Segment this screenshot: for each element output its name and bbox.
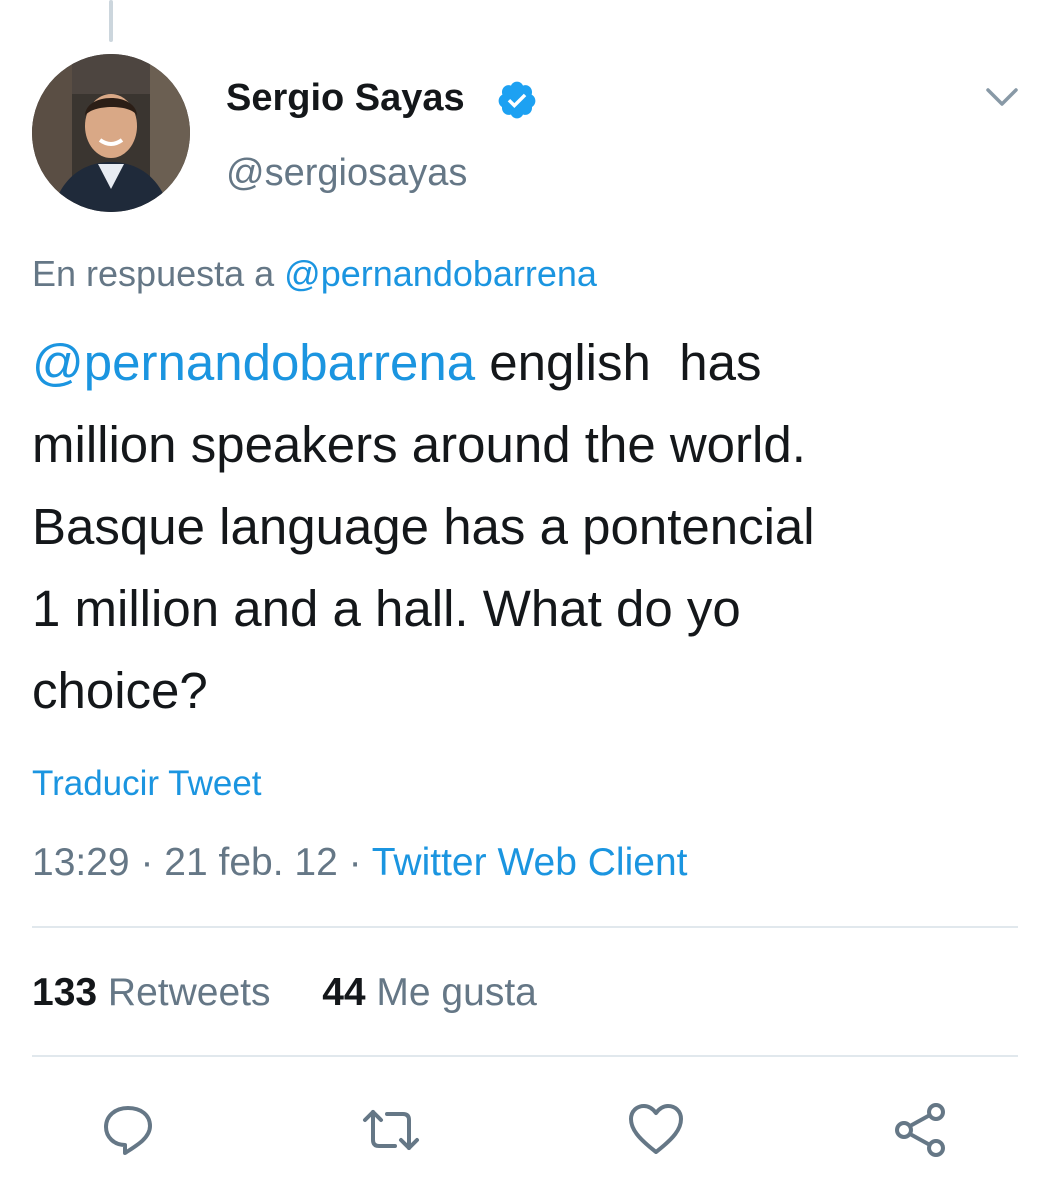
- reply-to-link[interactable]: @pernandobarrena: [284, 253, 597, 294]
- tweet-text: @pernandobarrena english has million spe…: [32, 322, 1032, 732]
- retweets-count: 133: [32, 971, 98, 1014]
- meta-separator: ·: [140, 841, 154, 884]
- tweet-metadata: 13:29 · 21 feb. 12 · Twitter Web Client: [32, 840, 687, 886]
- heart-icon[interactable]: [626, 1100, 686, 1160]
- chevron-down-icon[interactable]: [982, 82, 1022, 112]
- tweet-detail: Sergio Sayas @sergiosayas En respuesta a…: [0, 0, 1051, 1200]
- thread-connector-line: [109, 0, 113, 42]
- tweet-source-link[interactable]: Twitter Web Client: [372, 841, 688, 884]
- avatar[interactable]: [32, 54, 190, 212]
- divider: [32, 926, 1018, 928]
- translate-tweet-link[interactable]: Traducir Tweet: [32, 764, 262, 804]
- display-name[interactable]: Sergio Sayas: [226, 76, 465, 120]
- tweet-date: 21 feb. 12: [164, 841, 338, 884]
- meta-separator: ·: [348, 841, 362, 884]
- tweet-stats: 133 Retweets 44 Me gusta: [32, 970, 537, 1016]
- reply-icon[interactable]: [98, 1100, 158, 1160]
- likes-stat[interactable]: 44 Me gusta: [322, 971, 537, 1014]
- mention-link[interactable]: @pernandobarrena: [32, 334, 475, 391]
- retweets-stat[interactable]: 133 Retweets: [32, 971, 271, 1014]
- user-handle[interactable]: @sergiosayas: [226, 151, 467, 195]
- likes-count: 44: [322, 971, 366, 1014]
- likes-label: Me gusta: [376, 971, 537, 1014]
- reply-context: En respuesta a @pernandobarrena: [32, 252, 597, 296]
- tweet-time: 13:29: [32, 841, 130, 884]
- tweet-body: english has million speakers around the …: [32, 334, 815, 719]
- verified-badge-icon: [498, 81, 536, 119]
- share-icon[interactable]: [890, 1100, 950, 1160]
- reply-prefix: En respuesta a: [32, 253, 275, 294]
- divider: [32, 1055, 1018, 1057]
- retweets-label: Retweets: [107, 971, 271, 1014]
- retweet-icon[interactable]: [361, 1100, 421, 1160]
